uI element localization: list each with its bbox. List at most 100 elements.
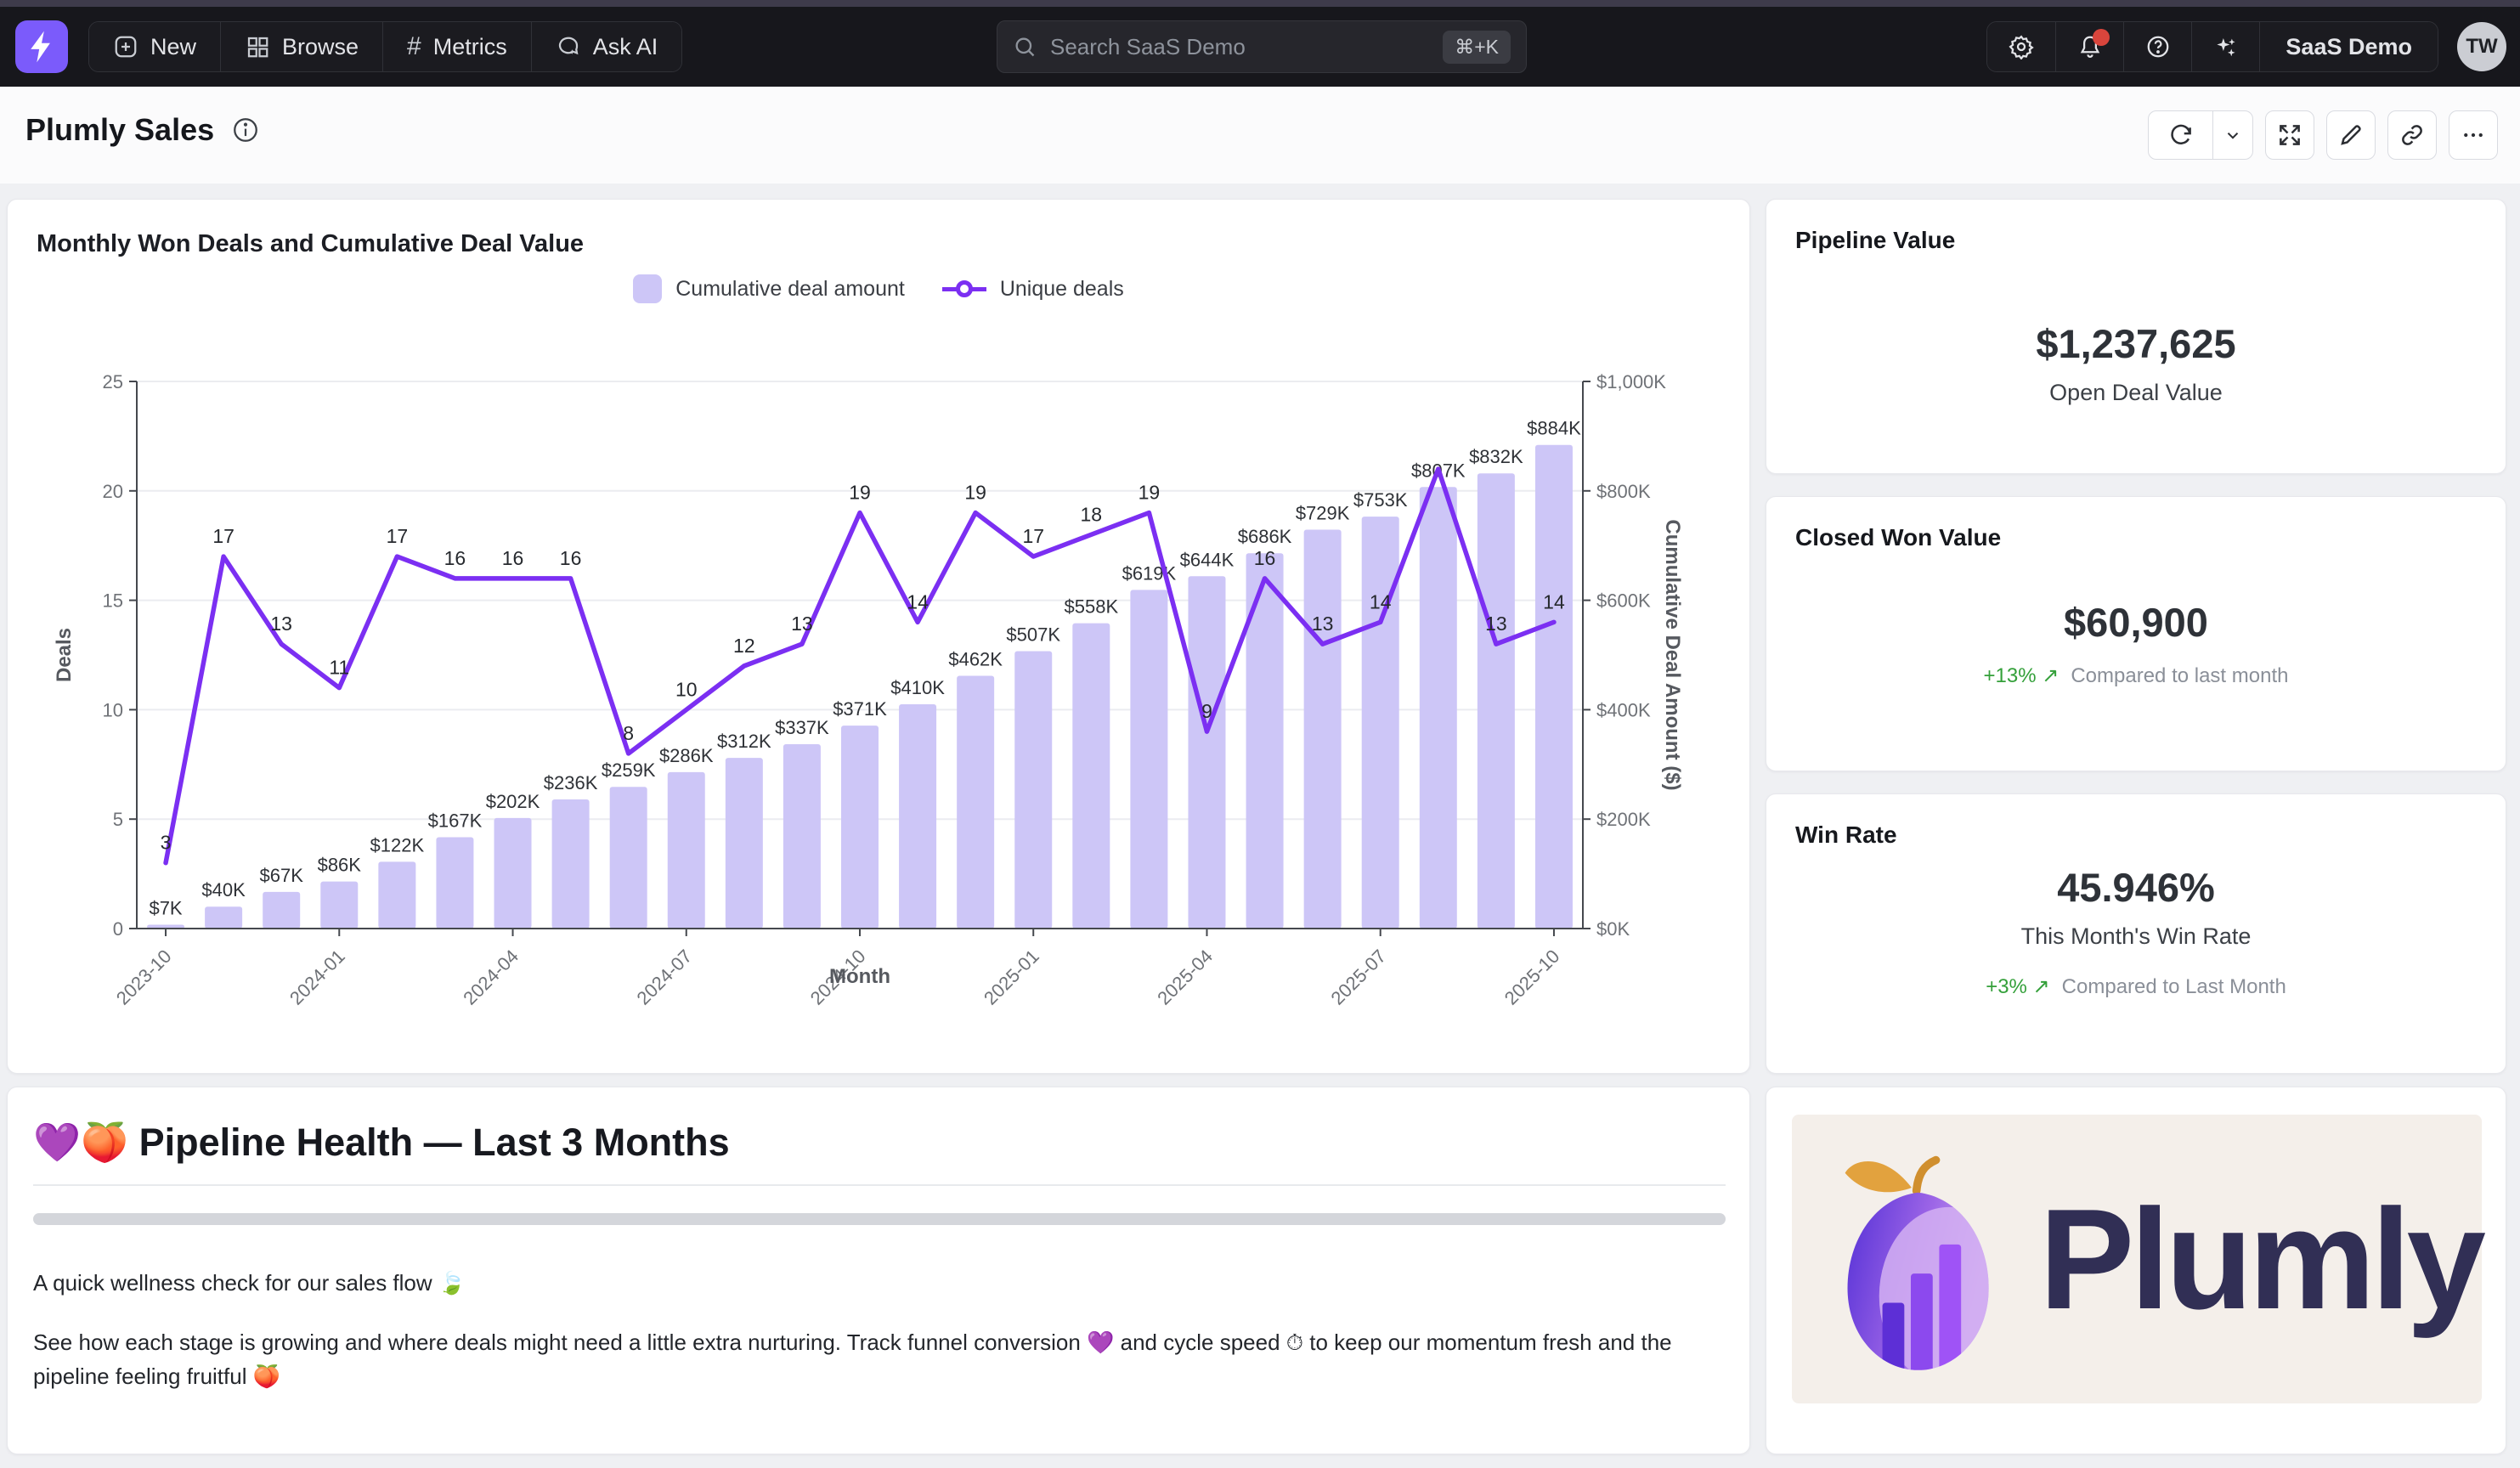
kpi-compare-text: Compared to last month — [2071, 664, 2288, 687]
kpi-card-closed-won-value: Closed Won Value $60,900 +13% ↗ Compared … — [1766, 496, 2506, 771]
svg-text:3: 3 — [161, 832, 172, 854]
svg-text:$753K: $753K — [1353, 489, 1408, 511]
svg-text:$200K: $200K — [1596, 809, 1651, 830]
share-link-button[interactable] — [2387, 110, 2437, 160]
svg-text:$800K: $800K — [1596, 481, 1651, 502]
nav-menu-group: New Browse # Metrics Ask AI — [88, 21, 682, 72]
svg-text:20: 20 — [103, 481, 123, 502]
user-avatar[interactable]: TW — [2457, 22, 2506, 71]
svg-text:19: 19 — [1139, 482, 1161, 504]
svg-text:$122K: $122K — [370, 834, 425, 855]
svg-text:5: 5 — [113, 809, 123, 830]
svg-text:13: 13 — [1485, 613, 1507, 635]
brand-card: Plumly — [1766, 1087, 2506, 1454]
chat-sparkle-icon — [556, 34, 581, 59]
link-icon — [2399, 122, 2425, 148]
svg-text:16: 16 — [560, 547, 582, 569]
ai-sparkles-button[interactable] — [2191, 22, 2259, 71]
svg-text:2024-01: 2024-01 — [285, 946, 349, 1009]
nav-item-ask-ai[interactable]: Ask AI — [531, 22, 682, 71]
svg-text:$400K: $400K — [1596, 699, 1651, 720]
svg-text:8: 8 — [623, 722, 634, 744]
kpi-value: $1,237,625 — [1766, 320, 2506, 367]
kpi-delta: +13% ↗ — [1984, 664, 2060, 687]
svg-text:12: 12 — [733, 635, 755, 657]
dashboard-toolbar — [2148, 110, 2498, 160]
svg-text:17: 17 — [1022, 525, 1044, 547]
svg-text:$644K: $644K — [1180, 549, 1235, 570]
leaf-shape — [1845, 1161, 1912, 1192]
svg-text:$86K: $86K — [318, 855, 362, 876]
expand-button[interactable] — [2265, 110, 2314, 160]
bar-chart-bar — [1883, 1303, 1905, 1373]
svg-text:16: 16 — [502, 547, 524, 569]
nav-item-label: Ask AI — [593, 34, 658, 60]
svg-text:$202K: $202K — [486, 791, 540, 812]
svg-text:13: 13 — [791, 613, 813, 635]
info-icon[interactable] — [231, 116, 260, 144]
svg-text:$67K: $67K — [260, 865, 304, 886]
brand-wordmark: Plumly — [2039, 1177, 2482, 1341]
settings-button[interactable] — [1987, 22, 2055, 71]
chart-card: Monthly Won Deals and Cumulative Deal Va… — [7, 199, 1750, 1074]
nav-item-label: Browse — [282, 34, 359, 60]
search-input[interactable] — [1050, 34, 1443, 60]
kpi-compare-row: +3% ↗ Compared to Last Month — [1766, 974, 2506, 999]
svg-text:13: 13 — [1312, 613, 1334, 635]
nav-item-browse[interactable]: Browse — [220, 22, 382, 71]
svg-text:17: 17 — [387, 525, 409, 547]
svg-text:13: 13 — [270, 613, 292, 635]
svg-text:9: 9 — [1201, 700, 1212, 722]
kpi-sublabel: Open Deal Value — [1766, 380, 2506, 406]
notifications-button[interactable] — [2055, 22, 2123, 71]
pencil-icon — [2338, 122, 2364, 148]
svg-text:$40K: $40K — [201, 879, 246, 901]
kpi-compare-row: +13% ↗ Compared to last month — [1766, 663, 2506, 688]
search-shortcut-badge: ⌘+K — [1443, 31, 1511, 64]
svg-text:$410K: $410K — [890, 677, 945, 698]
kpi-value: $60,900 — [1766, 599, 2506, 646]
svg-text:$371K: $371K — [833, 698, 887, 720]
kpi-card-win-rate: Win Rate 45.946% This Month's Win Rate +… — [1766, 793, 2506, 1074]
svg-text:Deals: Deals — [53, 628, 76, 682]
stem-shape — [1917, 1160, 1936, 1191]
app-logo[interactable] — [15, 20, 68, 73]
kpi-title: Pipeline Value — [1795, 227, 1955, 254]
expand-icon — [2277, 122, 2302, 148]
bar-chart-bar — [1911, 1273, 1933, 1372]
refresh-options-chevron[interactable] — [2213, 111, 2252, 159]
nav-item-new[interactable]: New — [89, 22, 220, 71]
workspace-button[interactable]: SaaS Demo — [2259, 22, 2438, 71]
svg-text:$600K: $600K — [1596, 590, 1651, 612]
svg-text:$0K: $0K — [1596, 918, 1630, 940]
svg-text:2025-07: 2025-07 — [1326, 946, 1390, 1009]
more-options-button[interactable] — [2449, 110, 2498, 160]
svg-text:$686K: $686K — [1238, 526, 1292, 547]
svg-text:2023-10: 2023-10 — [112, 946, 176, 1009]
bar-chart-bar — [1939, 1245, 1961, 1373]
svg-text:$337K: $337K — [775, 717, 829, 738]
kpi-title: Closed Won Value — [1795, 524, 2001, 551]
combo-chart[interactable]: $7K$40K$67K$86K$122K$167K$202K$236K$259K… — [8, 200, 1751, 1075]
svg-text:$312K: $312K — [717, 731, 771, 752]
plum-logo-icon — [1821, 1132, 2015, 1386]
svg-text:$832K: $832K — [1469, 446, 1523, 467]
svg-text:$286K: $286K — [659, 745, 714, 766]
help-button[interactable] — [2123, 22, 2191, 71]
kpi-compare-text: Compared to Last Month — [2062, 975, 2286, 998]
svg-text:2025-10: 2025-10 — [1500, 946, 1564, 1009]
kpi-delta: +3% ↗ — [1986, 975, 2049, 998]
edit-button[interactable] — [2326, 110, 2376, 160]
refresh-split-button[interactable] — [2148, 110, 2253, 160]
global-search[interactable]: ⌘+K — [997, 20, 1527, 73]
svg-text:2024-04: 2024-04 — [459, 946, 523, 1009]
refresh-icon[interactable] — [2149, 111, 2213, 159]
svg-text:$884K: $884K — [1527, 418, 1581, 439]
svg-text:$558K: $558K — [1065, 596, 1119, 618]
search-icon — [1013, 35, 1037, 59]
horizontal-rule — [33, 1213, 1726, 1225]
kpi-title: Win Rate — [1795, 822, 1897, 849]
nav-item-metrics[interactable]: # Metrics — [382, 22, 531, 71]
svg-text:Month: Month — [829, 965, 890, 988]
lightning-bolt-icon — [27, 30, 56, 64]
